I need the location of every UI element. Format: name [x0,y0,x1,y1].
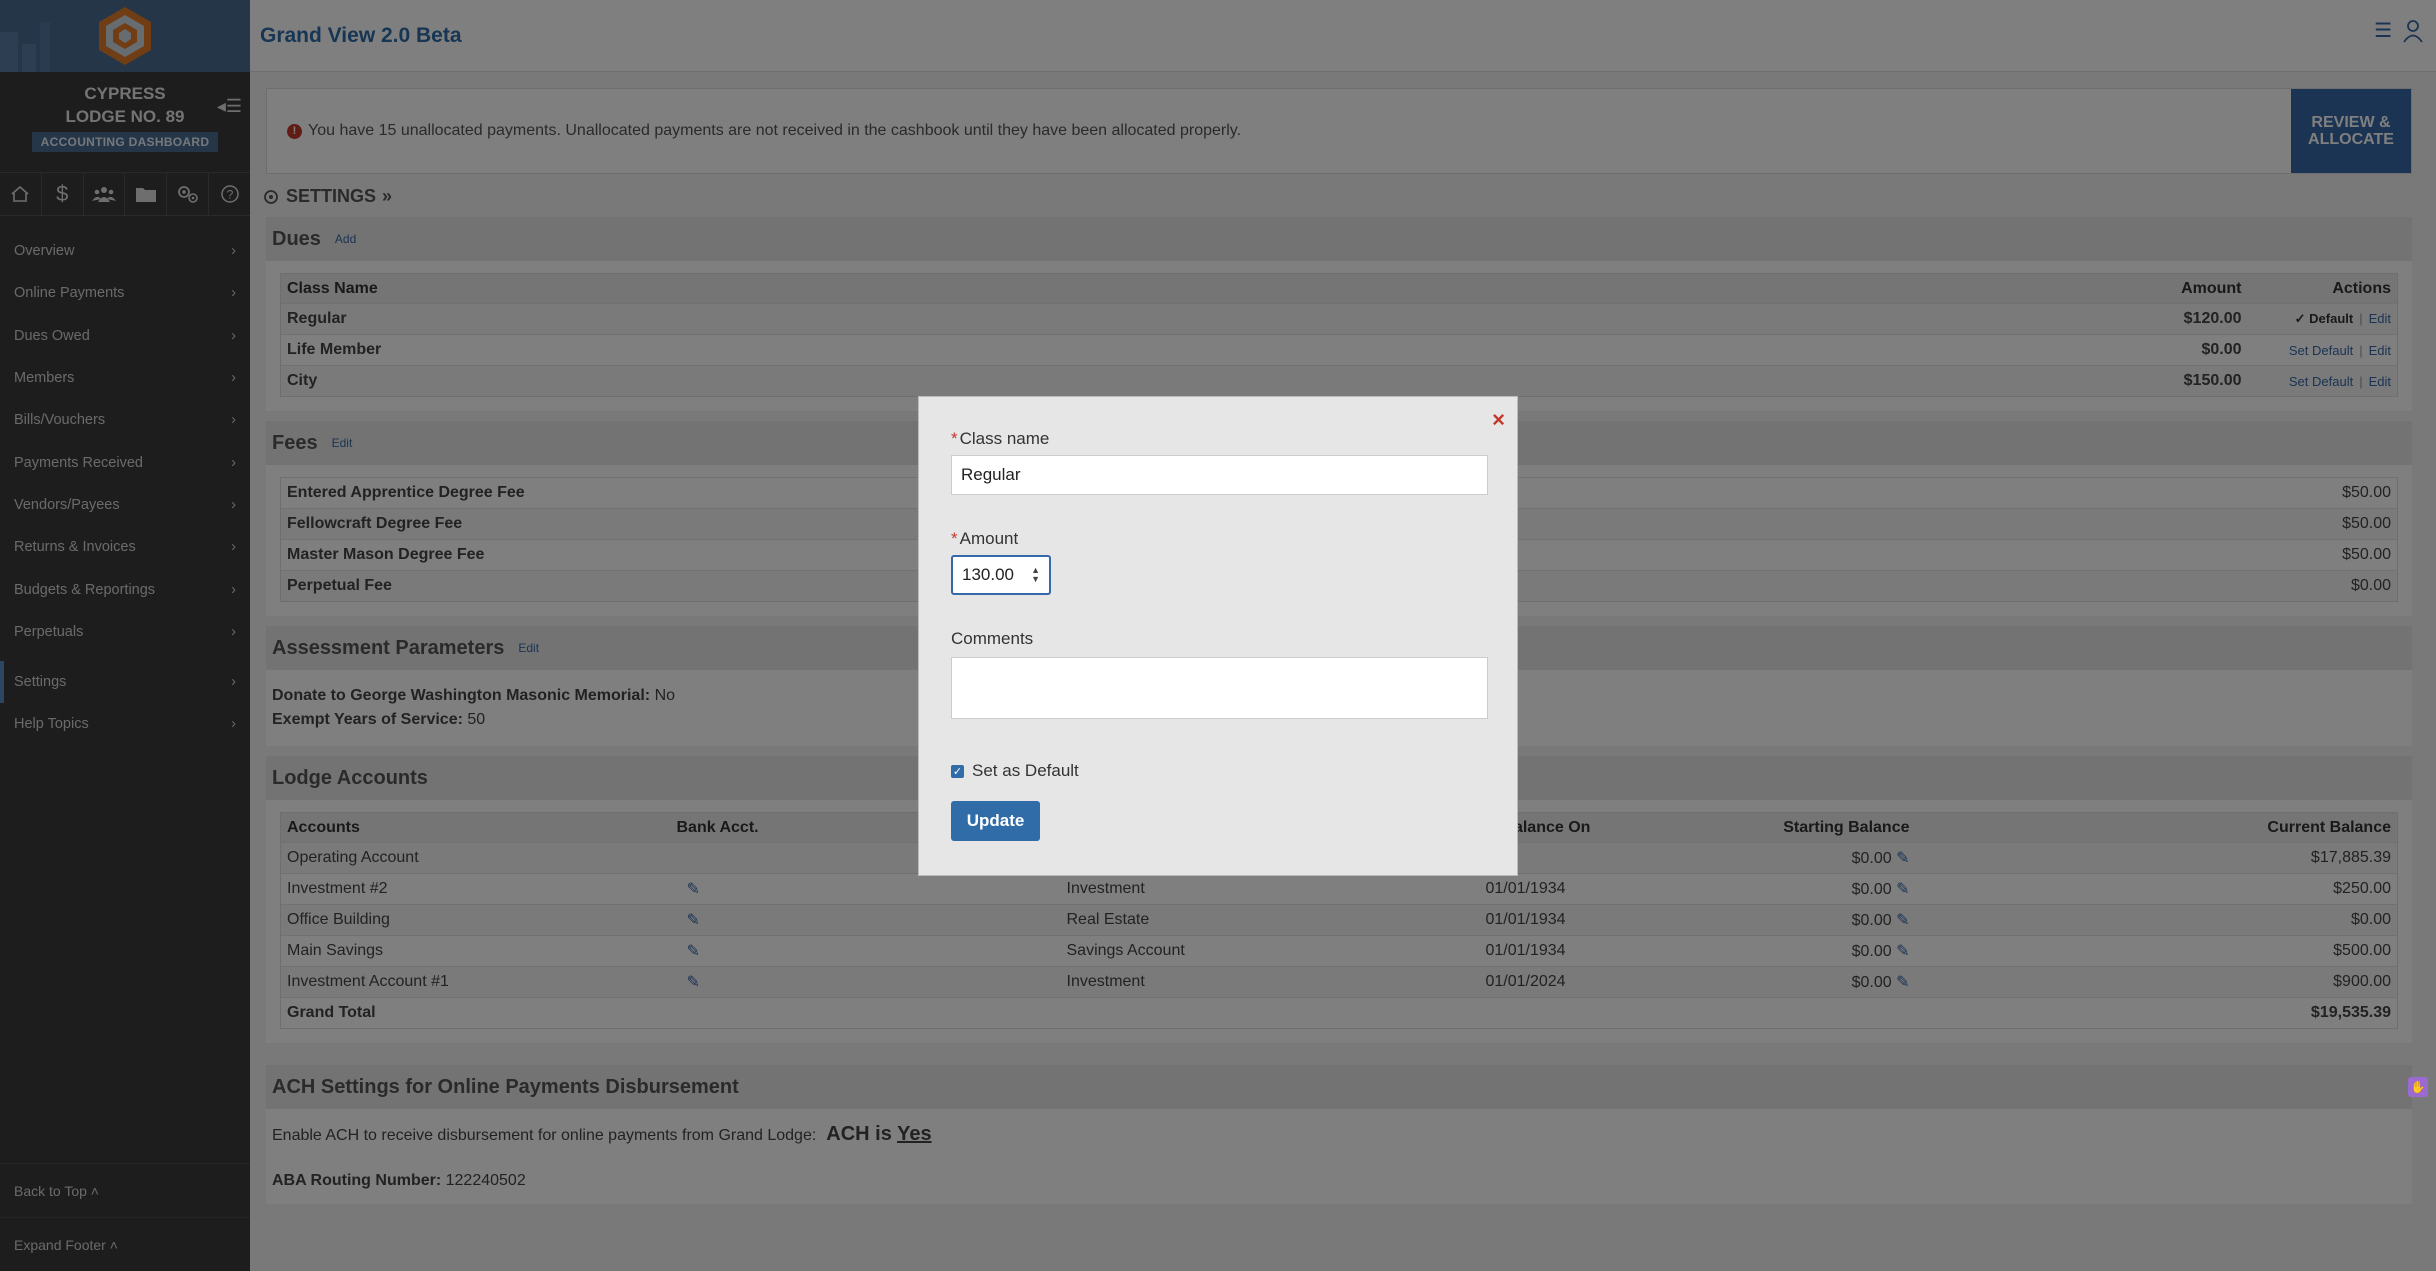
set-default-checkbox-row[interactable]: ✓ Set as Default [951,761,1079,781]
class-name-input[interactable]: Regular [951,455,1488,495]
update-button[interactable]: Update [951,801,1040,841]
amount-label: * Amount [951,529,1019,548]
amount-input[interactable]: 130.00 ▲ ▼ [951,555,1051,595]
comments-textarea[interactable] [951,657,1488,719]
set-default-label: Set as Default [972,761,1079,780]
checkbox-checked-icon[interactable]: ✓ [951,764,964,778]
comments-label: Comments [951,629,1034,648]
class-name-label: * Class name [951,429,1050,448]
spinner-arrows-icon[interactable]: ▲ ▼ [1031,566,1040,584]
close-icon[interactable]: × [1492,407,1505,433]
assistant-widget-icon[interactable]: ✋ [2408,1077,2428,1097]
edit-dues-dialog: × * Class name Regular * Amount 130.00 ▲ ▼ … [918,396,1518,876]
